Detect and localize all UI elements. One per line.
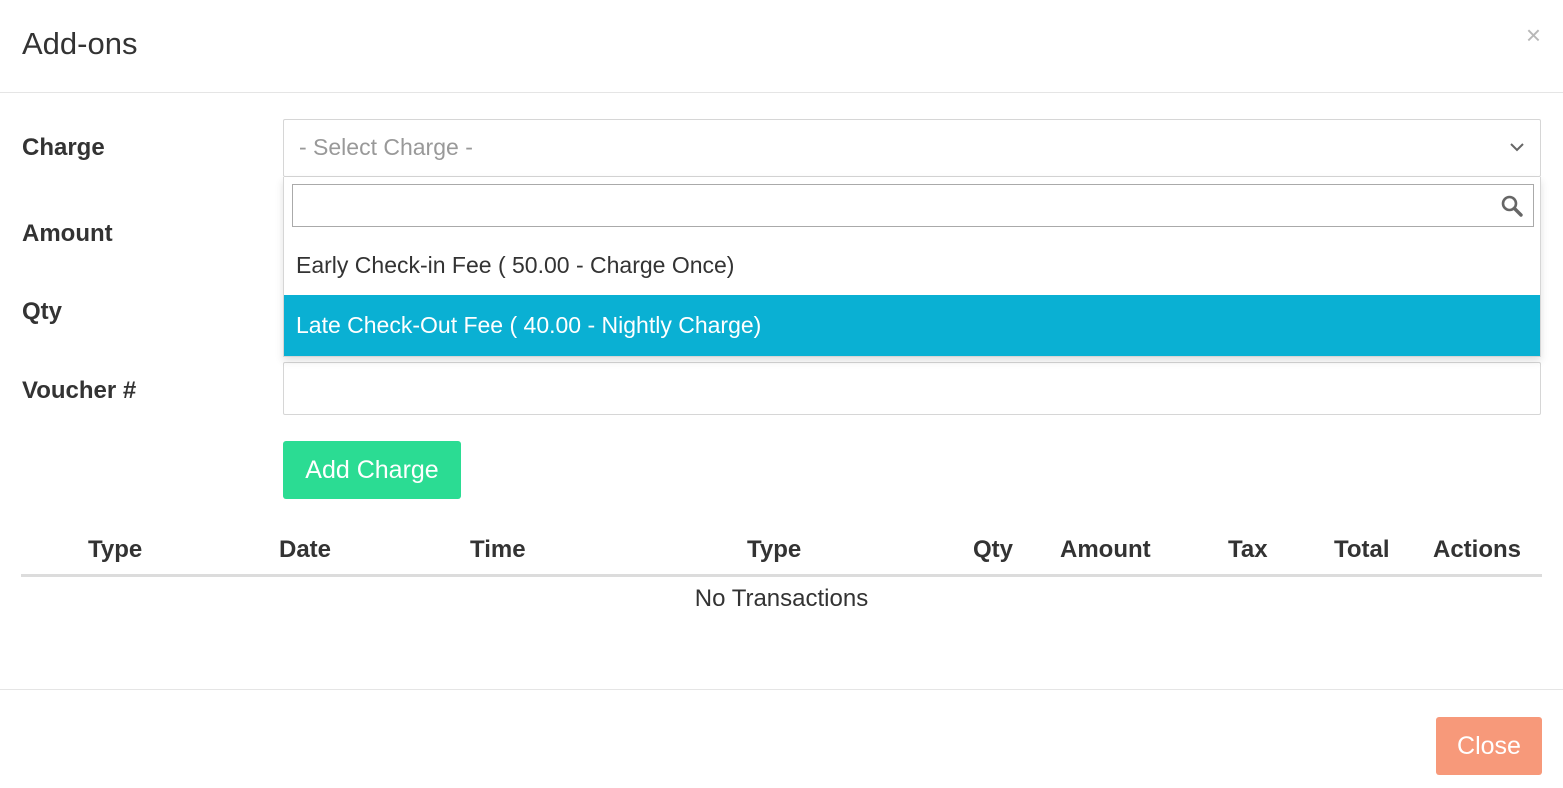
charge-search-field[interactable] [292, 184, 1534, 227]
voucher-input[interactable] [283, 362, 1541, 415]
column-header-amount: Amount [1060, 536, 1151, 563]
amount-label: Amount [22, 220, 113, 247]
column-header-total: Total [1334, 536, 1390, 563]
modal-header: Add-ons × [0, 0, 1563, 93]
search-icon [1501, 195, 1523, 217]
column-header-date: Date [279, 536, 332, 563]
charge-option-early-check-in[interactable]: Early Check-in Fee ( 50.00 - Charge Once… [284, 235, 1540, 296]
modal-footer: Close [0, 689, 1563, 788]
add-charge-button[interactable]: Add Charge [283, 441, 461, 499]
qty-label: Qty [22, 298, 63, 325]
column-header-actions: Actions [1433, 536, 1522, 563]
charge-option-late-check-out[interactable]: Late Check-Out Fee ( 40.00 - Nightly Cha… [284, 295, 1540, 356]
charge-dropdown: Early Check-in Fee ( 50.00 - Charge Once… [283, 177, 1541, 357]
column-header-tax: Tax [1228, 536, 1268, 563]
voucher-label: Voucher # [22, 377, 137, 404]
column-header-type: Type [88, 536, 143, 563]
charge-label: Charge [22, 134, 105, 161]
close-icon[interactable]: × [1526, 22, 1541, 48]
chevron-down-icon [1510, 143, 1524, 152]
column-header-charge-type: Type [747, 536, 802, 563]
transactions-table-header: Type Date Time Type Qty Amount Tax Total… [21, 530, 1542, 577]
modal-title: Add-ons [22, 26, 138, 61]
column-header-qty: Qty [973, 536, 1014, 563]
charge-select-placeholder: - Select Charge - [299, 134, 473, 160]
no-transactions-message: No Transactions [694, 585, 869, 612]
close-button[interactable]: Close [1436, 717, 1542, 775]
column-header-time: Time [470, 536, 526, 563]
charge-search-input[interactable] [293, 185, 1483, 226]
charge-select[interactable]: - Select Charge - [283, 119, 1541, 177]
